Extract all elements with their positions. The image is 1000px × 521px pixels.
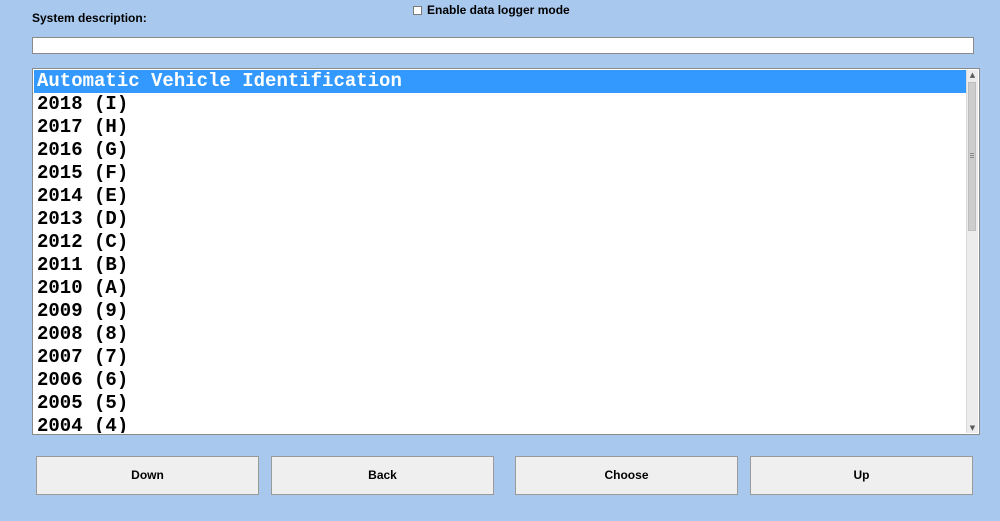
list-item[interactable]: 2009 (9) bbox=[34, 300, 966, 323]
list-item[interactable]: 2015 (F) bbox=[34, 162, 966, 185]
list-item[interactable]: 2010 (A) bbox=[34, 277, 966, 300]
list-item[interactable]: 2004 (4) bbox=[34, 415, 966, 433]
list-item-selected[interactable]: Automatic Vehicle Identification bbox=[34, 70, 966, 93]
scroll-up-icon[interactable]: ▲ bbox=[967, 70, 978, 80]
scroll-down-icon[interactable]: ▼ bbox=[967, 423, 978, 433]
list-item[interactable]: 2011 (B) bbox=[34, 254, 966, 277]
data-logger-checkbox[interactable] bbox=[413, 5, 422, 15]
up-button[interactable]: Up bbox=[750, 456, 973, 495]
list-item[interactable]: 2016 (G) bbox=[34, 139, 966, 162]
list-item[interactable]: 2017 (H) bbox=[34, 116, 966, 139]
data-logger-label: Enable data logger mode bbox=[427, 3, 570, 17]
system-description-label: System description: bbox=[32, 11, 147, 25]
scrollbar-thumb[interactable] bbox=[968, 82, 976, 231]
list-item[interactable]: 2005 (5) bbox=[34, 392, 966, 415]
list-item[interactable]: 2012 (C) bbox=[34, 231, 966, 254]
vehicle-year-listbox[interactable]: Automatic Vehicle Identification 2018 (I)… bbox=[32, 68, 980, 435]
list-item[interactable]: 2008 (8) bbox=[34, 323, 966, 346]
list-item[interactable]: 2007 (7) bbox=[34, 346, 966, 369]
list-item[interactable]: 2013 (D) bbox=[34, 208, 966, 231]
data-logger-toggle[interactable]: Enable data logger mode bbox=[413, 3, 570, 17]
list-item[interactable]: 2018 (I) bbox=[34, 93, 966, 116]
list-items: Automatic Vehicle Identification 2018 (I)… bbox=[34, 70, 966, 433]
grip-icon bbox=[970, 153, 974, 158]
list-item[interactable]: 2014 (E) bbox=[34, 185, 966, 208]
choose-button[interactable]: Choose bbox=[515, 456, 738, 495]
down-button[interactable]: Down bbox=[36, 456, 259, 495]
back-button[interactable]: Back bbox=[271, 456, 494, 495]
list-item[interactable]: 2006 (6) bbox=[34, 369, 966, 392]
vertical-scrollbar[interactable]: ▲ ▼ bbox=[966, 70, 978, 433]
system-description-field[interactable] bbox=[32, 37, 974, 54]
